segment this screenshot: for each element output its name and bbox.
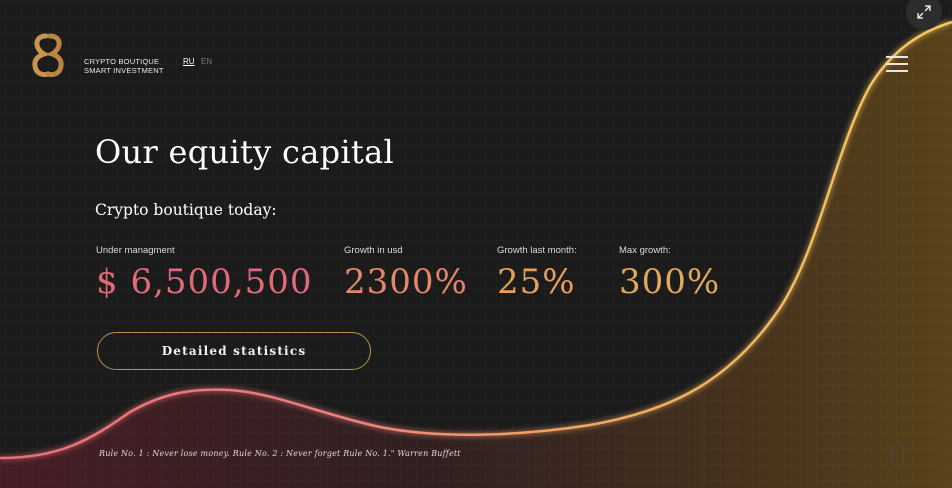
stat-label: Growth in usd xyxy=(344,245,403,256)
stat-value: 300% xyxy=(619,262,721,302)
detailed-statistics-button[interactable]: Detailed statistics xyxy=(97,332,371,370)
brand-line-1: CRYPTO BOUTIQUE xyxy=(84,57,160,66)
stat-max-growth: Max growth: 300% xyxy=(619,245,720,302)
stat-label: Growth last month: xyxy=(497,245,577,256)
lang-ru-link[interactable]: RU xyxy=(183,57,195,66)
stat-under-management: Under managment $ 6,500,500 xyxy=(96,245,312,302)
menu-button[interactable] xyxy=(886,56,908,74)
mouse-icon xyxy=(892,444,904,466)
expand-icon xyxy=(917,5,931,19)
brand-line-2: SMART INVESTMENT xyxy=(84,66,164,75)
stat-value: 2300% xyxy=(344,262,468,302)
page-title: Our equity capital xyxy=(95,133,394,171)
brand-logo[interactable] xyxy=(32,32,64,78)
lang-en-link[interactable]: EN xyxy=(201,57,212,66)
brand-name: CRYPTO BOUTIQUE SMART INVESTMENT xyxy=(84,57,164,75)
hamburger-icon xyxy=(886,56,908,72)
stat-growth-last-month: Growth last month: 25% xyxy=(497,245,577,302)
stat-label: Max growth: xyxy=(619,245,671,256)
stat-value: $ 6,500,500 xyxy=(96,262,313,302)
page-subtitle: Crypto boutique today: xyxy=(95,201,277,219)
stat-label: Under managment xyxy=(96,245,175,256)
stat-growth-usd: Growth in usd 2300% xyxy=(344,245,468,302)
stat-value: 25% xyxy=(497,262,576,302)
buffett-quote: Rule No. 1 : Never lose money. Rule No. … xyxy=(99,449,461,458)
